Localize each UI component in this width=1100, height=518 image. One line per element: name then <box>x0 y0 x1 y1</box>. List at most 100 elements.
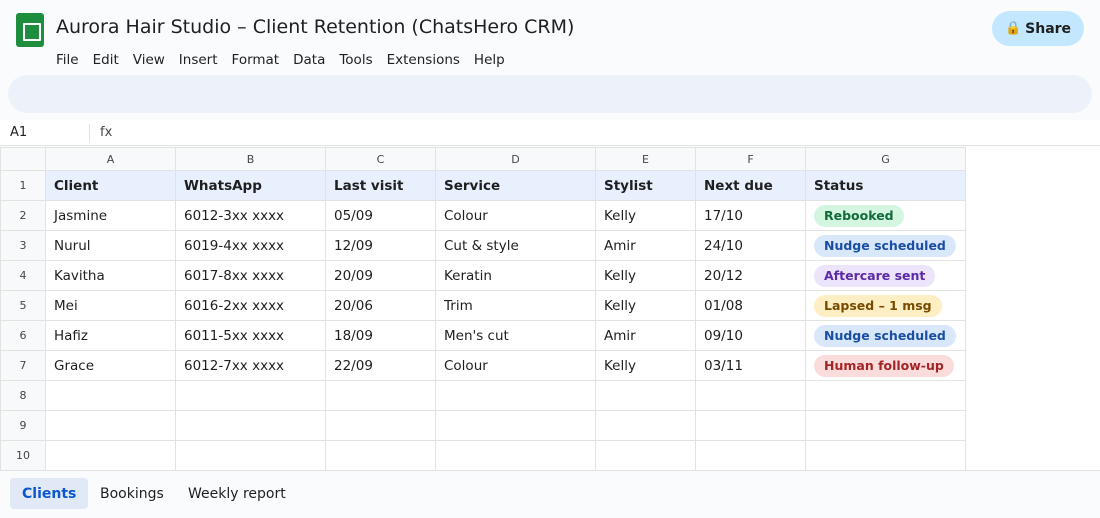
cell-whatsapp[interactable]: 6016-2xx xxxx <box>175 290 326 321</box>
menu-extensions[interactable]: Extensions <box>387 52 460 68</box>
tab-weekly-report[interactable]: Weekly report <box>176 478 298 509</box>
cell-last-visit[interactable] <box>325 410 436 441</box>
menu-insert[interactable]: Insert <box>179 52 218 68</box>
cell-next-due[interactable] <box>695 440 806 471</box>
cell-service[interactable]: Keratin <box>435 260 596 291</box>
column-header-g[interactable]: G <box>805 147 966 171</box>
column-header-a[interactable]: A <box>45 147 176 171</box>
column-header-c[interactable]: C <box>325 147 436 171</box>
cell-next-due[interactable] <box>695 380 806 411</box>
cell-service[interactable] <box>435 410 596 441</box>
cell-stylist[interactable]: Kelly <box>595 290 696 321</box>
row-number[interactable]: 3 <box>0 230 46 261</box>
cell-last-visit[interactable]: 20/09 <box>325 260 436 291</box>
cell-client[interactable]: Kavitha <box>45 260 176 291</box>
cell-whatsapp[interactable] <box>175 440 326 471</box>
cell-last-visit[interactable]: 05/09 <box>325 200 436 231</box>
name-box[interactable]: A1 <box>10 125 27 140</box>
cell-service[interactable]: Colour <box>435 350 596 381</box>
row-number[interactable]: 10 <box>0 440 46 471</box>
sheets-logo-icon[interactable] <box>16 13 44 47</box>
row-number[interactable]: 5 <box>0 290 46 321</box>
cell-whatsapp[interactable]: 6012-7xx xxxx <box>175 350 326 381</box>
cell-stylist[interactable]: Kelly <box>595 350 696 381</box>
menu-file[interactable]: File <box>56 52 79 68</box>
cell-status[interactable]: Nudge scheduled <box>805 230 966 261</box>
cell-next-due[interactable]: 09/10 <box>695 320 806 351</box>
cell-stylist[interactable] <box>595 380 696 411</box>
column-header-b[interactable]: B <box>175 147 326 171</box>
cell-whatsapp[interactable]: 6011-5xx xxxx <box>175 320 326 351</box>
cell-whatsapp[interactable]: 6019-4xx xxxx <box>175 230 326 261</box>
cell-service[interactable]: Colour <box>435 200 596 231</box>
row-number[interactable]: 6 <box>0 320 46 351</box>
menu-help[interactable]: Help <box>474 52 505 68</box>
header-cell-client[interactable]: Client <box>45 170 176 201</box>
cell-status[interactable]: Nudge scheduled <box>805 320 966 351</box>
cell-next-due[interactable]: 24/10 <box>695 230 806 261</box>
cell-status[interactable]: Rebooked <box>805 200 966 231</box>
header-cell-service[interactable]: Service <box>435 170 596 201</box>
cell-next-due[interactable]: 20/12 <box>695 260 806 291</box>
row-number[interactable]: 7 <box>0 350 46 381</box>
header-cell-next-due[interactable]: Next due <box>695 170 806 201</box>
header-cell-whatsapp[interactable]: WhatsApp <box>175 170 326 201</box>
cell-stylist[interactable]: Kelly <box>595 200 696 231</box>
tab-bookings[interactable]: Bookings <box>88 478 176 509</box>
cell-client[interactable] <box>45 410 176 441</box>
column-header-e[interactable]: E <box>595 147 696 171</box>
cell-client[interactable]: Jasmine <box>45 200 176 231</box>
document-title[interactable]: Aurora Hair Studio – Client Retention (C… <box>56 16 574 38</box>
cell-client[interactable]: Mei <box>45 290 176 321</box>
cell-status[interactable] <box>805 440 966 471</box>
row-number[interactable]: 2 <box>0 200 46 231</box>
cell-whatsapp[interactable]: 6012-3xx xxxx <box>175 200 326 231</box>
cell-next-due[interactable]: 17/10 <box>695 200 806 231</box>
cell-service[interactable] <box>435 440 596 471</box>
cell-last-visit[interactable]: 22/09 <box>325 350 436 381</box>
cell-last-visit[interactable] <box>325 380 436 411</box>
row-number[interactable]: 9 <box>0 410 46 441</box>
cell-stylist[interactable]: Kelly <box>595 260 696 291</box>
cell-stylist[interactable]: Amir <box>595 230 696 261</box>
header-cell-stylist[interactable]: Stylist <box>595 170 696 201</box>
menu-data[interactable]: Data <box>293 52 325 68</box>
cell-next-due[interactable]: 01/08 <box>695 290 806 321</box>
cell-service[interactable]: Cut & style <box>435 230 596 261</box>
cell-client[interactable] <box>45 380 176 411</box>
menu-tools[interactable]: Tools <box>339 52 372 68</box>
tab-clients[interactable]: Clients <box>10 478 89 509</box>
menu-view[interactable]: View <box>133 52 165 68</box>
cell-client[interactable] <box>45 440 176 471</box>
cell-client[interactable]: Hafiz <box>45 320 176 351</box>
cell-service[interactable] <box>435 380 596 411</box>
row-number[interactable]: 1 <box>0 170 46 201</box>
row-number[interactable]: 8 <box>0 380 46 411</box>
cell-status[interactable]: Human follow-up <box>805 350 966 381</box>
cell-service[interactable]: Trim <box>435 290 596 321</box>
header-cell-last-visit[interactable]: Last visit <box>325 170 436 201</box>
cell-status[interactable]: Lapsed – 1 msg <box>805 290 966 321</box>
cell-stylist[interactable] <box>595 410 696 441</box>
cell-last-visit[interactable]: 12/09 <box>325 230 436 261</box>
cell-next-due[interactable] <box>695 410 806 441</box>
cell-status[interactable] <box>805 380 966 411</box>
cell-whatsapp[interactable]: 6017-8xx xxxx <box>175 260 326 291</box>
cell-stylist[interactable]: Amir <box>595 320 696 351</box>
cell-last-visit[interactable]: 20/06 <box>325 290 436 321</box>
cell-whatsapp[interactable] <box>175 380 326 411</box>
column-header-f[interactable]: F <box>695 147 806 171</box>
cell-last-visit[interactable]: 18/09 <box>325 320 436 351</box>
column-header-d[interactable]: D <box>435 147 596 171</box>
menu-edit[interactable]: Edit <box>93 52 119 68</box>
cell-whatsapp[interactable] <box>175 410 326 441</box>
cell-stylist[interactable] <box>595 440 696 471</box>
cell-status[interactable]: Aftercare sent <box>805 260 966 291</box>
header-cell-status[interactable]: Status <box>805 170 966 201</box>
row-number[interactable]: 4 <box>0 260 46 291</box>
cell-next-due[interactable]: 03/11 <box>695 350 806 381</box>
cell-status[interactable] <box>805 410 966 441</box>
cell-client[interactable]: Nurul <box>45 230 176 261</box>
select-all-corner[interactable] <box>0 147 46 171</box>
cell-client[interactable]: Grace <box>45 350 176 381</box>
